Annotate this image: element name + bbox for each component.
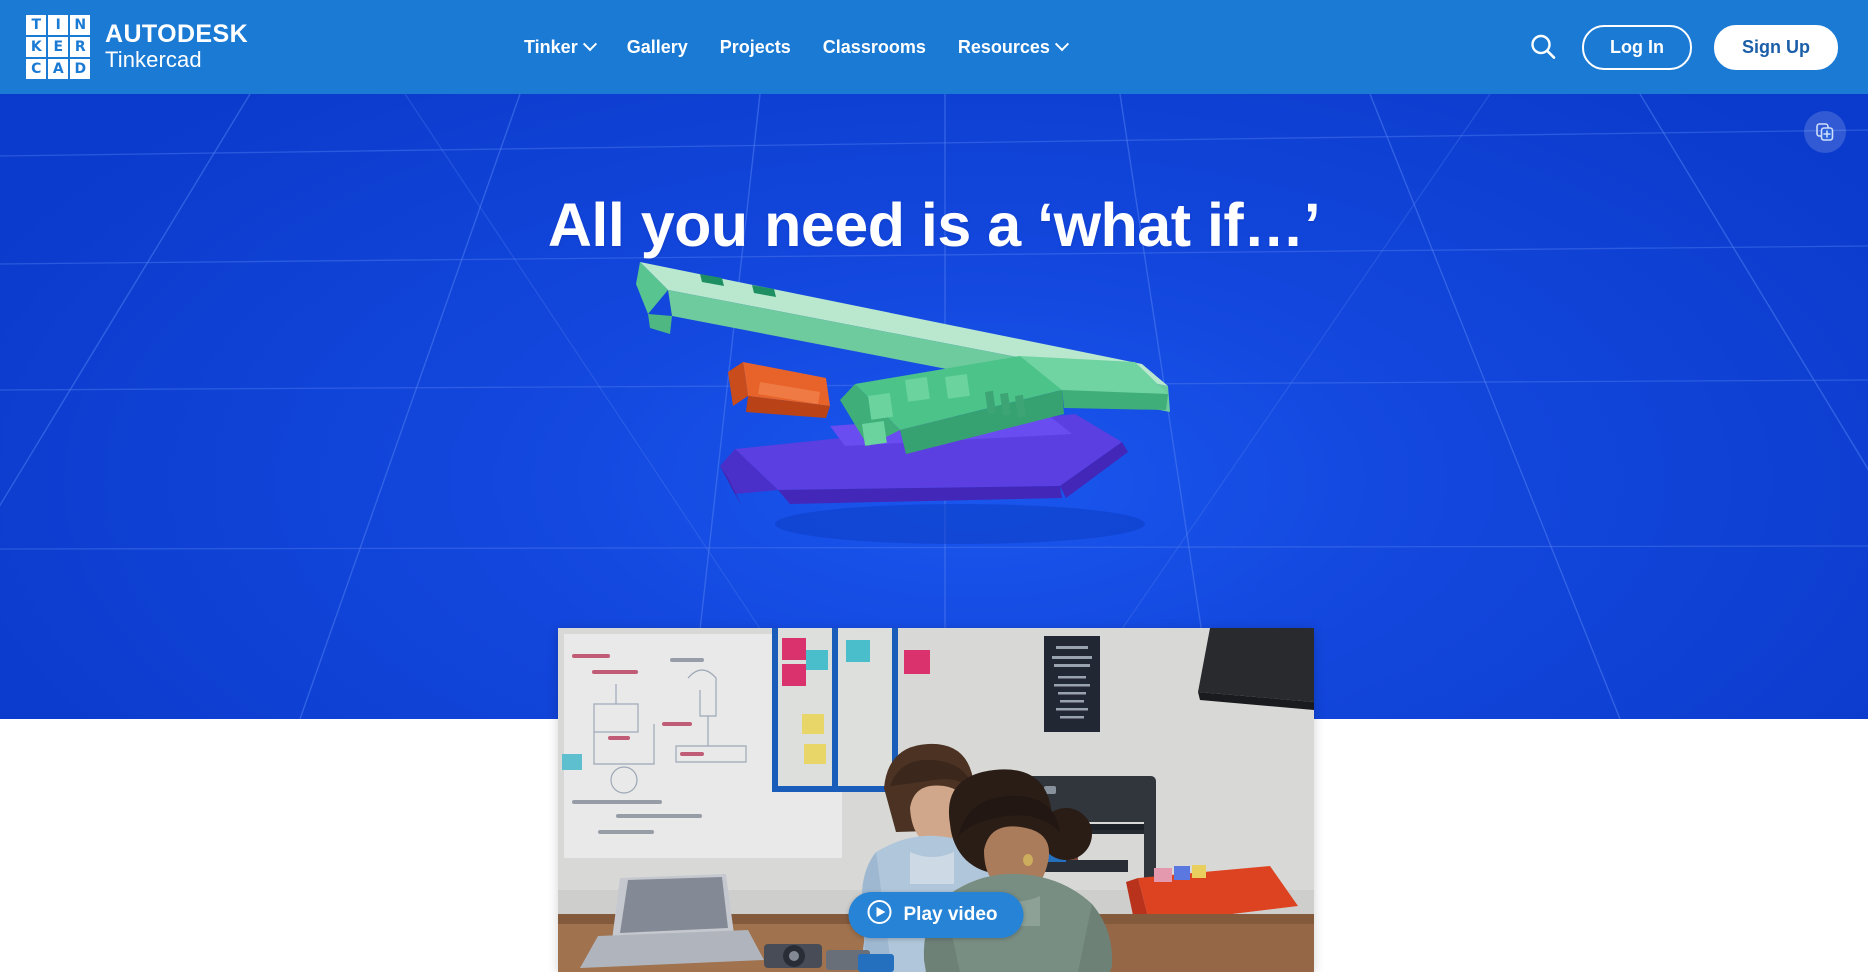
chevron-down-icon: [1054, 37, 1069, 52]
logo-tile: K: [26, 37, 46, 57]
chevron-down-icon: [582, 37, 597, 52]
logo-tile: C: [26, 59, 46, 79]
hero-3d-model: [636, 262, 1170, 544]
nav-item-classrooms[interactable]: Classrooms: [807, 27, 942, 68]
logo-tile: N: [70, 15, 90, 35]
logo-tile: I: [48, 15, 68, 35]
signup-button[interactable]: Sign Up: [1714, 24, 1838, 70]
logo-tile: R: [70, 37, 90, 57]
brand-wordmark: AUTODESK Tinkercad: [105, 21, 248, 73]
tinkercad-landing-page: T I N K E R C A D AUTODESK Tinkercad Tin…: [0, 0, 1868, 972]
logo-tile: E: [48, 37, 68, 57]
nav-item-label: Resources: [957, 36, 1050, 57]
nav-item-label: Gallery: [626, 36, 688, 57]
brand-logo-link[interactable]: T I N K E R C A D AUTODESK Tinkercad: [26, 15, 248, 79]
header-actions: Log In Sign Up: [1526, 0, 1838, 94]
search-icon[interactable]: [1526, 30, 1560, 64]
tinkercad-logo-icon: T I N K E R C A D: [26, 15, 90, 79]
copy-add-icon[interactable]: [1804, 111, 1846, 153]
brand-company-name: AUTODESK: [105, 20, 249, 48]
hero-section: All you need is a ‘what if…’: [0, 94, 1868, 719]
nav-item-label: Tinker: [524, 36, 578, 57]
nav-item-resources[interactable]: Resources: [942, 27, 1083, 68]
model-part-orange: [728, 362, 830, 418]
nav-item-tinker[interactable]: Tinker: [508, 27, 611, 68]
play-video-button[interactable]: Play video: [848, 892, 1024, 938]
hero-headline: All you need is a ‘what if…’: [547, 191, 1321, 259]
main-navigation: Tinker Gallery Projects Classrooms Resou…: [508, 0, 1083, 94]
nav-item-projects[interactable]: Projects: [704, 27, 807, 68]
play-circle-icon: [867, 899, 893, 931]
nav-item-label: Projects: [719, 36, 791, 57]
nav-item-gallery[interactable]: Gallery: [611, 27, 704, 68]
brand-product-name: Tinkercad: [105, 47, 202, 72]
nav-item-label: Classrooms: [822, 36, 926, 57]
login-button[interactable]: Log In: [1582, 24, 1692, 70]
logo-tile: D: [70, 59, 90, 79]
play-video-label: Play video: [903, 904, 998, 925]
logo-tile: A: [48, 59, 68, 79]
hero-video-card[interactable]: Play video: [558, 628, 1314, 972]
model-shadow: [775, 504, 1145, 544]
site-header: T I N K E R C A D AUTODESK Tinkercad Tin…: [0, 0, 1868, 94]
logo-tile: T: [26, 15, 46, 35]
